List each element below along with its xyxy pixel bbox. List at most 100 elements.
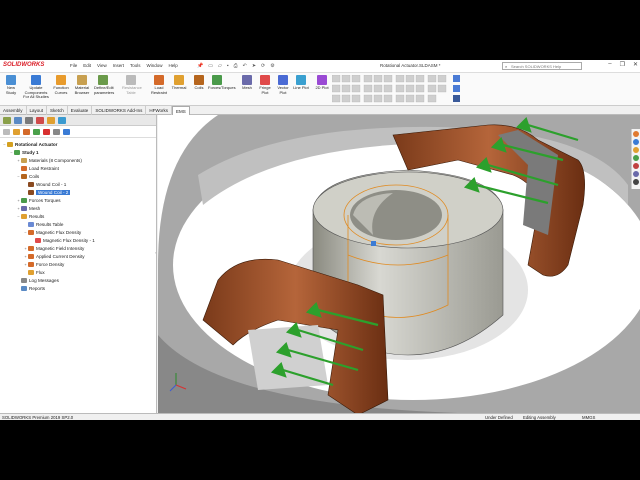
tree-item[interactable]: + Magnetic Field Intensity	[0, 244, 156, 252]
tree-item[interactable]: − Rotational Actuator	[0, 140, 156, 148]
ribbon-icon	[31, 75, 41, 85]
ribbon-button-update-components-for-all-studies[interactable]: Update Components For All Studies	[22, 75, 50, 100]
display-manager-icon[interactable]	[47, 117, 55, 124]
options-gear-icon[interactable]: ⚙	[270, 63, 274, 69]
ribbon-label: Define/Edit parameters	[94, 85, 115, 95]
tab-sketch[interactable]: Sketch	[47, 106, 68, 115]
view-palette-icon[interactable]	[633, 155, 639, 161]
search-icon: ⌕	[505, 64, 508, 69]
ribbon-icon	[260, 75, 270, 85]
tree-item[interactable]: + Materials (8 Components)	[0, 156, 156, 164]
menu-edit[interactable]: Edit	[83, 63, 91, 68]
menu-tools[interactable]: Tools	[130, 63, 141, 68]
feature-manager-icon[interactable]	[3, 117, 11, 124]
menu-insert[interactable]: Insert	[113, 63, 124, 68]
print-icon[interactable]: ⎙	[234, 63, 238, 69]
restore-icon[interactable]: ❐	[620, 61, 625, 68]
tree-item-label: Flux	[36, 269, 45, 275]
menu-help[interactable]: Help	[169, 63, 178, 68]
appearances-icon[interactable]	[633, 163, 639, 169]
panel-collapse-handle[interactable]: ›	[155, 250, 156, 255]
tree-item[interactable]: Magnetic Flux Density - 1	[0, 236, 156, 244]
window-controls: – ❐ ✕	[608, 61, 638, 68]
tab-layout[interactable]: Layout	[27, 106, 48, 115]
tree-item[interactable]: Flux	[0, 268, 156, 276]
tree-item[interactable]: + Forces Torques	[0, 196, 156, 204]
ribbon-label: Function Curves	[53, 85, 69, 95]
tree-item[interactable]: Wound Coil - 1	[0, 180, 156, 188]
tree-item-label: Mesh	[29, 205, 41, 211]
pin-icon[interactable]: 📌	[197, 63, 203, 69]
ribbon-icon	[212, 75, 222, 85]
open-folder-icon[interactable]: ▱	[218, 63, 222, 69]
file-explorer-icon[interactable]	[633, 147, 639, 153]
tree-item[interactable]: − Study 1	[0, 148, 156, 156]
folder-icon[interactable]	[13, 129, 20, 135]
command-tabs: Assembly Layout Sketch Evaluate SOLIDWORKS A…	[0, 106, 640, 115]
tree-item[interactable]: + Mesh	[0, 204, 156, 212]
ribbon-button-coils[interactable]: Coils	[190, 75, 208, 91]
run-icon[interactable]	[33, 129, 40, 135]
dimxpert-icon[interactable]	[36, 117, 44, 124]
tab-evaluate[interactable]: Evaluate	[68, 106, 93, 115]
select-arrow-icon[interactable]: ➤	[252, 63, 256, 69]
ribbon-button-2d-plot[interactable]: 2D Plot	[313, 75, 331, 91]
ribbon-button-load-restraint[interactable]: Load Restraint	[150, 75, 168, 95]
tab-solidworks-add-ins[interactable]: SOLIDWORKS Add-Ins	[92, 106, 147, 115]
ems-manager-icon[interactable]	[58, 117, 66, 124]
tree-item[interactable]: Load Restraint	[0, 164, 156, 172]
delete-icon[interactable]	[43, 129, 50, 135]
edit-icon[interactable]	[23, 129, 30, 135]
ribbon-button-thermal[interactable]: Thermal	[170, 75, 188, 91]
tab-assembly[interactable]: Assembly	[0, 106, 27, 115]
tab-hfworks[interactable]: HFWorks	[146, 106, 172, 115]
forum-icon[interactable]	[633, 179, 639, 185]
tree-item[interactable]: + Applied Current Density	[0, 252, 156, 260]
tree-item[interactable]: − Magnetic Flux Density	[0, 228, 156, 236]
ribbon-button-mesh[interactable]: Mesh	[238, 75, 256, 91]
tree-item[interactable]: − Coils	[0, 172, 156, 180]
tree-item-label: Results Table	[36, 221, 64, 227]
tree-item[interactable]: + Force Density	[0, 260, 156, 268]
menu-window[interactable]: Window	[147, 63, 163, 68]
units-selector[interactable]: MMGS	[582, 415, 595, 420]
tree-item[interactable]: Reports	[0, 284, 156, 292]
help-search-input[interactable]: ⌕ Search SOLIDWORKS Help	[502, 62, 582, 70]
tree-item[interactable]: − Results	[0, 212, 156, 220]
selection-handle[interactable]	[371, 241, 376, 246]
ribbon-button-new-study[interactable]: New Study	[2, 75, 20, 95]
ribbon-button-define-edit-parameters[interactable]: Define/Edit parameters	[94, 75, 115, 95]
undo-icon[interactable]: ↶	[243, 63, 247, 69]
ribbon-button-vector-plot[interactable]: Vector Plot	[274, 75, 292, 95]
minimize-icon[interactable]: –	[608, 61, 611, 68]
resources-icon[interactable]	[633, 131, 639, 137]
tree-node-icon	[21, 205, 27, 211]
ribbon-button-material-browser[interactable]: Material Browser	[73, 75, 91, 95]
rebuild-icon[interactable]: ⟳	[261, 63, 265, 69]
tree-node-icon	[21, 165, 27, 171]
custom-properties-icon[interactable]	[633, 171, 639, 177]
ribbon-button-function-curves[interactable]: Function Curves	[52, 75, 70, 95]
close-icon[interactable]: ✕	[633, 61, 638, 68]
design-library-icon[interactable]	[633, 139, 639, 145]
ribbon-button-forces-torques[interactable]: Forces/Torques	[208, 75, 236, 91]
ribbon-button-resistance-table[interactable]: Resistance Table	[122, 75, 142, 95]
filter-icon[interactable]	[3, 129, 10, 135]
menu-file[interactable]: File	[70, 63, 77, 68]
tree-item[interactable]: Results Table	[0, 220, 156, 228]
property-manager-icon[interactable]	[14, 117, 22, 124]
tree-item[interactable]: Log Messages	[0, 276, 156, 284]
graphics-area[interactable]	[158, 115, 640, 413]
tab-ems[interactable]: EMS	[172, 106, 190, 115]
copy-icon[interactable]	[53, 129, 60, 135]
ribbon-icon	[278, 75, 288, 85]
tree-item[interactable]: Wound Coil - 2	[0, 188, 156, 196]
settings-icon[interactable]	[63, 129, 70, 135]
ribbon-button-line-plot[interactable]: Line Plot	[292, 75, 310, 91]
new-file-icon[interactable]: ▭	[208, 63, 213, 69]
feature-tree-panel: − Rotational Actuator − Study 1 + Materials (…	[0, 115, 157, 413]
save-icon[interactable]: ▪	[227, 63, 229, 69]
configuration-manager-icon[interactable]	[25, 117, 33, 124]
menu-view[interactable]: View	[97, 63, 107, 68]
ribbon-button-fringe-plot[interactable]: Fringe Plot	[256, 75, 274, 95]
